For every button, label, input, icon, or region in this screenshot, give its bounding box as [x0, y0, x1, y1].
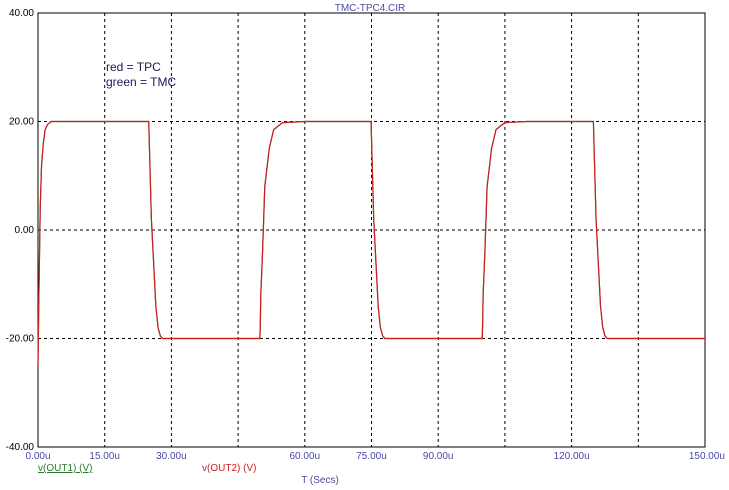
x-tick-label: 30.00u [156, 451, 187, 462]
x-tick-label: 75.00u [356, 451, 387, 462]
x-tick-label: 0.00u [25, 451, 50, 462]
y-tick-label: -20.00 [6, 334, 35, 345]
y-tick-labels: -40.00-20.000.0020.0040.00 [6, 8, 35, 453]
x-tick-labels: 0.00u 15.00u 30.00u 60.00u 75.00u 90.00u 120.0… [25, 451, 725, 462]
legend-out2[interactable]: v(OUT2) (V) [202, 463, 256, 474]
y-tick-label: 40.00 [9, 8, 34, 19]
x-tick-label: 60.00u [290, 451, 321, 462]
waveform-chart: TMC-TPC4.CIR -40.00-20.000.0020.0040.00 … [6, 3, 725, 486]
annotation-red-tpc: red = TPC [106, 60, 161, 74]
x-axis-label: T (Secs) [301, 475, 339, 486]
y-tick-label: 20.00 [9, 117, 34, 128]
chart-title: TMC-TPC4.CIR [335, 3, 406, 14]
annotation-green-tmc: green = TMC [106, 75, 176, 89]
x-tick-label: 150.00u [689, 451, 725, 462]
x-tick-label: 90.00u [423, 451, 454, 462]
x-tick-label: 120.00u [554, 451, 590, 462]
x-tick-label: 15.00u [89, 451, 120, 462]
legend-out1[interactable]: v(OUT1) (V) [38, 463, 92, 474]
y-tick-label: 0.00 [15, 225, 35, 236]
